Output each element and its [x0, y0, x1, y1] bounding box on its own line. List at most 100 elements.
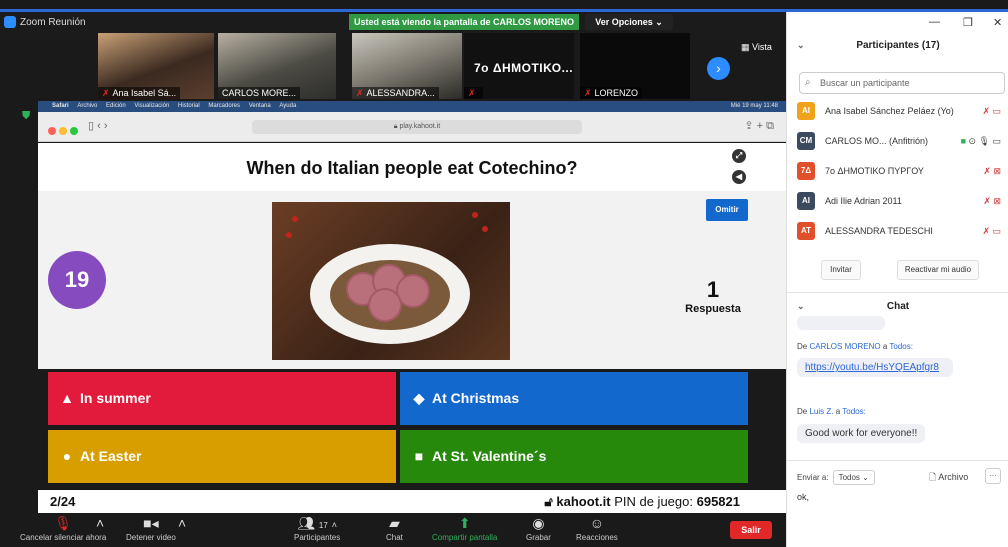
sender-name[interactable]: Luis Z. [809, 407, 833, 416]
chat-title: Chat [886, 301, 910, 312]
mac-menu-bar: Safari Archivo Edición Visualización His… [38, 101, 786, 112]
mac-menu-item[interactable]: Archivo [77, 103, 97, 109]
answer-count: 1 [706, 277, 720, 302]
reactivate-audio-button[interactable]: Reactivar mi audio [897, 260, 979, 280]
chat-button[interactable]: ▰ Chat [386, 513, 403, 542]
video-tile[interactable]: 7o ΔΗΜΟΤΙΚΟ... ✗ [464, 33, 574, 99]
participants-label: Participantes [294, 533, 341, 542]
browser-actions-icons[interactable]: ⇪ + ⧉ [744, 119, 774, 133]
more-options-icon[interactable]: ··· [985, 468, 1001, 484]
pin-value: 695821 [696, 494, 740, 509]
send-to-label: Enviar a: [797, 473, 829, 482]
circle-icon: ● [62, 448, 72, 464]
countdown-timer: 19 [48, 251, 106, 309]
recipient-sep: a [835, 407, 841, 416]
record-button[interactable]: ◉ Grabar [526, 513, 551, 542]
question-area: 19 Omitir 1 Respuesta [38, 191, 786, 369]
window-title: Zoom Reunión [20, 17, 86, 28]
chat-message-bubble: Good work for everyone!! [797, 424, 926, 443]
answer-option-red[interactable]: ▲ In summer [48, 372, 396, 425]
video-tile[interactable]: ✗ LORENZO [580, 33, 690, 99]
next-page-icon[interactable]: › [707, 57, 730, 80]
muted-mic-icon: 🎙︎ [54, 515, 73, 531]
host-controls-icon[interactable]: ■ ⊙ 🎙︎ ▭ [961, 130, 1001, 152]
address-bar[interactable]: 🔒︎ play.kahoot.it [252, 120, 582, 134]
participant-name: Ana Isabel Sánchez Peláez (Yo) [825, 106, 954, 116]
chat-compose-input[interactable]: ok, [797, 492, 809, 502]
browser-nav-icons[interactable]: ▯ ‹ › [88, 119, 108, 132]
chevron-down-icon[interactable]: ⌄ [797, 40, 805, 51]
chat-message-meta: De CARLOS MORENO a Todos: [797, 342, 913, 351]
video-label: Detener video [126, 533, 176, 542]
smiley-icon: ☺ [589, 515, 605, 531]
participant-row[interactable]: CM CARLOS MO... (Anfitrión) ■ ⊙ 🎙︎ ▭ [797, 130, 1007, 152]
participant-name: Adi Ilie Adrian 2011 [825, 196, 902, 206]
answer-option-yellow[interactable]: ● At Easter [48, 430, 396, 483]
mac-menu-item[interactable]: Safari [52, 103, 69, 109]
avatar: CM [797, 132, 815, 150]
avatar: AI [797, 192, 815, 210]
view-options-button[interactable]: Ver Opciones ⌄ [585, 14, 673, 30]
participants-button[interactable]: 👥︎ 17 ˄ Participantes [294, 513, 340, 542]
mac-menu-item[interactable]: Visualización [134, 103, 169, 109]
share-label: Compartir pantalla [432, 533, 498, 542]
participant-search-input[interactable]: ⌕ Buscar un participante [799, 72, 1005, 94]
send-to-dropdown[interactable]: Todos ⌄ [832, 470, 875, 485]
triangle-icon: ▲ [60, 390, 74, 406]
answer-option-green[interactable]: ■ At St. Valentine´s [400, 430, 748, 483]
tile-name: ALESSANDRA... [366, 88, 435, 98]
answer-option-blue[interactable]: ◆ At Christmas [400, 372, 748, 425]
share-screen-button[interactable]: ⬆ Compartir pantalla [432, 513, 497, 542]
mac-menu-item[interactable]: Historial [178, 103, 200, 109]
muted-mic-icon[interactable]: ✗ ⊠ [983, 160, 1001, 182]
participant-name: 7o ΔΗΜΟΤΙΚΟ ΠΥΡΓΟΥ [825, 166, 924, 176]
question-header: When do Italian people eat Cotechino? ⤢ … [38, 143, 786, 191]
stop-video-button[interactable]: ■◂ Detener video [126, 513, 176, 542]
mac-menu-item[interactable]: Ayuda [279, 103, 296, 109]
file-button[interactable]: 🗋︎ Archivo [929, 470, 968, 486]
video-tile[interactable]: ✗ Ana Isabel Sá... [98, 33, 214, 99]
invite-button[interactable]: Invitar [821, 260, 861, 280]
chevron-down-icon[interactable]: ⌄ [797, 301, 805, 312]
from-prefix: De [797, 407, 808, 416]
participant-row[interactable]: 7Δ 7o ΔΗΜΟΤΙΚΟ ΠΥΡΓΟΥ ✗ ⊠ [797, 160, 1007, 182]
minimize-icon[interactable]: — [929, 16, 940, 28]
answer-counter: 1 Respuesta [678, 277, 748, 315]
recipient-name: Todos: [842, 407, 866, 416]
participant-row[interactable]: AT ALESSANDRA TEDESCHI ✗ ▭ [797, 220, 1007, 242]
sender-name[interactable]: CARLOS MORENO [809, 342, 880, 351]
participant-row[interactable]: AI Ana Isabel Sánchez Peláez (Yo) ✗ ▭ [797, 100, 1007, 122]
participant-name: CARLOS MO... (Anfitrión) [825, 136, 929, 146]
tile-name: Ana Isabel Sá... [112, 88, 177, 98]
volume-icon[interactable]: ◀ [732, 170, 746, 184]
view-toggle[interactable]: ▦ Vista [741, 42, 772, 53]
muted-mic-icon[interactable]: ✗ ▭ [982, 100, 1001, 122]
close-icon[interactable]: ✕ [993, 16, 1002, 29]
file-icon: 🗋︎ [929, 472, 939, 482]
unmute-button[interactable]: 🎙︎ Cancelar silenciar ahora [20, 513, 106, 542]
avatar: 7Δ [797, 162, 815, 180]
video-tile[interactable]: CARLOS MORE... [218, 33, 336, 99]
people-icon: 👥︎ 17 ˄ [297, 515, 337, 531]
window-controls[interactable] [48, 122, 81, 140]
maximize-icon[interactable]: ❐ [963, 16, 973, 29]
muted-mic-icon[interactable]: ✗ ⊠ [983, 190, 1001, 212]
avatar: AT [797, 222, 815, 240]
muted-mic-icon[interactable]: ✗ ▭ [982, 220, 1001, 242]
padlock-icon: 🔓︎ [544, 494, 557, 509]
mac-menu-item[interactable]: Edición [106, 103, 126, 109]
skip-button[interactable]: Omitir [706, 199, 748, 221]
mac-menu-item[interactable]: Ventana [249, 103, 271, 109]
participant-row[interactable]: AI Adi Ilie Adrian 2011 ✗ ⊠ [797, 190, 1007, 212]
mac-menu-item[interactable]: Marcadores [208, 103, 240, 109]
view-label: Vista [752, 42, 772, 52]
muted-mic-icon: ✗ [468, 88, 476, 98]
audio-options-caret[interactable]: ˄ [96, 513, 104, 533]
video-tile[interactable]: ✗ ALESSANDRA... [352, 33, 462, 99]
leave-button[interactable]: Salir [730, 521, 772, 539]
square-icon: ■ [414, 448, 424, 464]
reactions-button[interactable]: ☺ Reacciones [576, 513, 618, 542]
fullscreen-icon[interactable]: ⤢ [732, 149, 746, 163]
video-options-caret[interactable]: ˄ [178, 513, 186, 533]
chat-link[interactable]: https://youtu.be/HsYQEApfgr8 [805, 362, 939, 373]
